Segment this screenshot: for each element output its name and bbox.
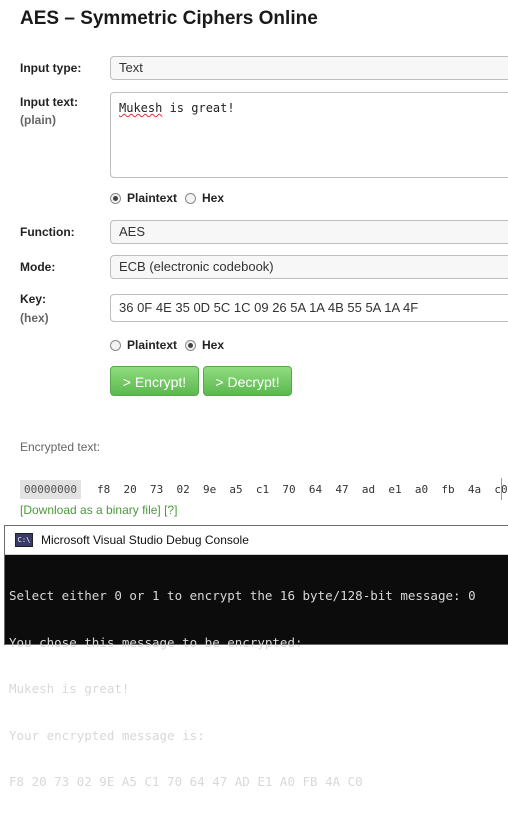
console-line: Your encrypted message is: [9, 727, 205, 743]
input-format-group: Plaintext Hex [110, 191, 232, 205]
input-format-plaintext-label[interactable]: Plaintext [127, 191, 177, 205]
encrypted-text-label: Encrypted text: [20, 440, 101, 454]
decrypt-button[interactable]: > Decrypt! [203, 366, 292, 396]
input-text-sublabel: (plain) [20, 113, 56, 127]
download-links: [Download as a binary file] [?] [20, 503, 177, 517]
hex-bytes: f8 20 73 02 9e a5 c1 70 64 47 ad e1 a0 f… [96, 482, 508, 496]
key-format-hex-radio[interactable] [185, 339, 197, 351]
key-format-plaintext-label[interactable]: Plaintext [127, 338, 177, 352]
input-text-rest: is great! [162, 101, 235, 115]
console-title: Microsoft Visual Studio Debug Console [41, 533, 249, 547]
key-sublabel: (hex) [20, 311, 49, 325]
hex-dump-row: 00000000 f8 20 73 02 9e a5 c1 70 64 47 a… [20, 478, 508, 500]
function-label: Function: [20, 225, 75, 239]
input-type-label: Input type: [20, 61, 82, 75]
function-value: AES [119, 224, 146, 239]
console-line: Select either 0 or 1 to encrypt the 16 b… [9, 588, 476, 603]
key-value: 36 0F 4E 35 0D 5C 1C 09 26 5A 1A 4B 55 5… [119, 300, 419, 315]
help-link[interactable]: [?] [164, 503, 177, 517]
input-text-word: Mukesh [119, 101, 163, 115]
mode-label: Mode: [20, 260, 56, 274]
key-format-plaintext-radio[interactable] [110, 339, 121, 351]
input-type-value: Text [119, 60, 143, 75]
key-format-group: Plaintext Hex [110, 338, 232, 352]
console-app-icon: C:\ [15, 533, 33, 547]
encrypt-button[interactable]: > Encrypt! [110, 366, 199, 396]
input-format-hex-label[interactable]: Hex [202, 191, 224, 205]
console-output: Select either 0 or 1 to encrypt the 16 b… [5, 555, 508, 823]
hex-offset: 00000000 [20, 479, 81, 499]
console-titlebar[interactable]: C:\ Microsoft Visual Studio Debug Consol… [5, 526, 508, 555]
function-select[interactable]: AES [110, 220, 508, 244]
mode-value: ECB (electronic codebook) [119, 259, 274, 274]
input-type-select[interactable]: Text [110, 56, 508, 80]
page-title: AES – Symmetric Ciphers Online [20, 8, 318, 29]
hex-divider [501, 478, 502, 500]
input-text-area[interactable]: Mukesh is great! [110, 92, 508, 178]
input-format-plaintext-radio[interactable] [110, 192, 121, 204]
input-text-label: Input text: [20, 95, 78, 109]
mode-select[interactable]: ECB (electronic codebook) [110, 255, 508, 279]
debug-console-window: C:\ Microsoft Visual Studio Debug Consol… [4, 525, 508, 789]
download-binary-link[interactable]: [Download as a binary file] [20, 503, 161, 517]
console-line: Mukesh is great! [9, 681, 130, 696]
key-input[interactable]: 36 0F 4E 35 0D 5C 1C 09 26 5A 1A 4B 55 5… [110, 294, 508, 322]
console-line: F8 20 73 02 9E A5 C1 70 64 47 AD E1 A0 F… [9, 774, 363, 789]
key-label: Key: [20, 292, 47, 306]
input-format-hex-radio[interactable] [185, 192, 197, 204]
key-format-hex-label[interactable]: Hex [202, 338, 224, 352]
